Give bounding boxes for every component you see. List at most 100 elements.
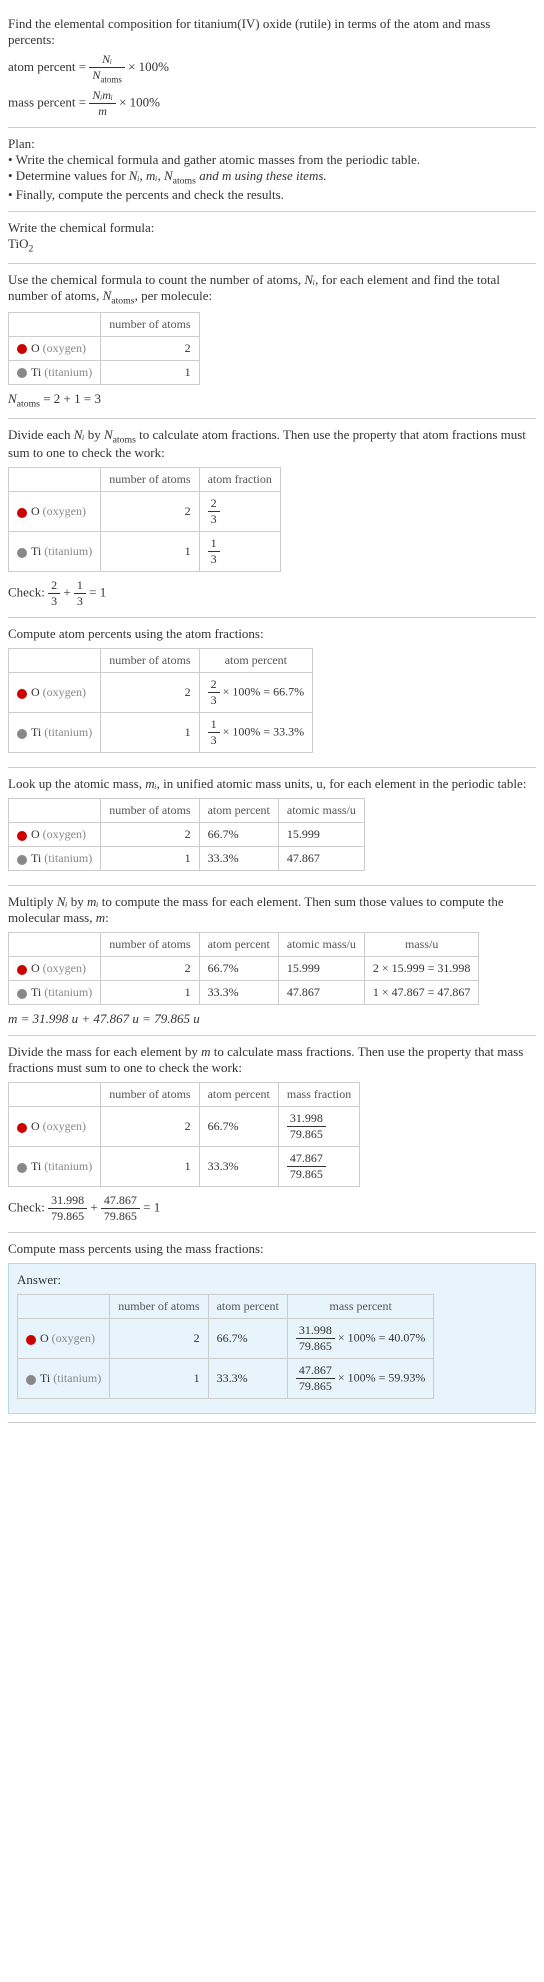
count-header-num: number of atoms xyxy=(101,313,199,337)
table-row: O (oxygen) 2 66.7% 31.99879.865 × 100% =… xyxy=(18,1319,434,1359)
ti-frac: 13 xyxy=(208,717,220,748)
o-n: 2 xyxy=(101,673,199,713)
m-h-num: number of atoms xyxy=(101,799,199,823)
atompct-table: number of atomsatom percent O (oxygen) 2… xyxy=(8,648,313,753)
ti-mu: 1 × 47.867 = 47.867 xyxy=(364,981,479,1005)
ti-frac-num: 1 xyxy=(208,536,220,552)
af-pre: Divide each xyxy=(8,427,74,442)
atom-percent-fraction: Nᵢ Natoms xyxy=(89,52,125,84)
oxygen-swatch-icon xyxy=(17,508,27,518)
intro-text: Find the elemental composition for titan… xyxy=(8,16,536,48)
plan-title: Plan: xyxy=(8,136,536,152)
count-section: Use the chemical formula to count the nu… xyxy=(8,264,536,419)
elem-name: (titanium) xyxy=(44,725,92,739)
mf-h-frac: mass fraction xyxy=(278,1083,359,1107)
ti-n: 1 xyxy=(101,981,199,1005)
elem-name: (titanium) xyxy=(44,544,92,558)
o-res: × 100% = 40.07% xyxy=(335,1331,426,1345)
elem-name: (oxygen) xyxy=(52,1331,95,1345)
mass-section: Look up the atomic mass, mᵢ, in unified … xyxy=(8,768,536,886)
check-plus: + xyxy=(63,585,74,600)
answer-label: Answer: xyxy=(17,1272,527,1288)
table-row: Ti (titanium) 1 xyxy=(9,361,200,385)
sum-eq: = 2 + 1 = 3 xyxy=(40,391,101,406)
ti-n: 1 xyxy=(110,1359,208,1399)
o-n: 2 xyxy=(101,823,199,847)
o-den: 79.865 xyxy=(287,1127,326,1142)
elem-symbol: Ti xyxy=(31,365,41,379)
ti-pct: 33.3% xyxy=(199,981,278,1005)
elem-name: (titanium) xyxy=(53,1371,101,1385)
check-frac1: 31.99879.865 xyxy=(48,1193,87,1224)
check-pre: Check: xyxy=(8,1200,48,1215)
table-row: O (oxygen) 2 66.7% 15.999 2 × 15.999 = 3… xyxy=(9,957,479,981)
molmass-section: Multiply Nᵢ by mᵢ to compute the mass fo… xyxy=(8,886,536,1036)
ti-frac: 47.86779.865 xyxy=(287,1151,326,1182)
o-num: 2 xyxy=(208,677,220,693)
massfrac-title: Divide the mass for each element by m to… xyxy=(8,1044,536,1076)
table-row: O (oxygen) 2 23 × 100% = 66.7% xyxy=(9,673,313,713)
elem-name: (oxygen) xyxy=(43,504,86,518)
massfrac-section: Divide the mass for each element by m to… xyxy=(8,1036,536,1233)
check-eq: = 1 xyxy=(89,585,106,600)
o-den: 79.865 xyxy=(296,1339,335,1354)
mm-mi: mᵢ xyxy=(87,894,98,909)
af-ni: Nᵢ xyxy=(74,427,85,442)
o-n: 2 xyxy=(101,957,199,981)
o-pct: × 100% = 66.7% xyxy=(220,685,305,699)
ti-pct: 33.3% xyxy=(208,1359,287,1399)
oxygen-swatch-icon xyxy=(17,1123,27,1133)
mm-mid: by xyxy=(68,894,88,909)
elem-symbol: O xyxy=(31,341,40,355)
ti-den: 79.865 xyxy=(296,1379,335,1394)
ti-pct: 33.3% xyxy=(199,847,278,871)
formula-value: TiO2 xyxy=(8,236,536,255)
frac-num: Nᵢ xyxy=(102,52,112,66)
mass-percent-label: mass percent = xyxy=(8,95,86,110)
titanium-swatch-icon xyxy=(17,989,27,999)
elem-symbol: Ti xyxy=(31,544,41,558)
oxygen-swatch-icon xyxy=(17,344,27,354)
mm-h-mu: mass/u xyxy=(364,933,479,957)
elem-name: (oxygen) xyxy=(43,1119,86,1133)
formula-text: TiO xyxy=(8,236,28,251)
count-pre: Use the chemical formula to count the nu… xyxy=(8,272,304,287)
m-h-pct: atom percent xyxy=(199,799,278,823)
o-frac: 31.99879.865 xyxy=(287,1111,326,1142)
times-100: × 100% xyxy=(119,95,160,110)
check-frac2: 13 xyxy=(74,578,86,609)
table-row: Ti (titanium) 1 33.3% 47.86779.865 × 100… xyxy=(18,1359,434,1399)
oxygen-swatch-icon xyxy=(26,1335,36,1345)
mm-h-mass: atomic mass/u xyxy=(278,933,364,957)
ti-m: 47.867 xyxy=(278,981,364,1005)
atompct-title: Compute atom percents using the atom fra… xyxy=(8,626,536,642)
atomfrac-title: Divide each Nᵢ by Natoms to calculate at… xyxy=(8,427,536,462)
molmass-sum: m = 31.998 u + 47.867 u = 79.865 u xyxy=(8,1011,536,1027)
count-post: , per molecule: xyxy=(135,288,213,303)
mass-title: Look up the atomic mass, mᵢ, in unified … xyxy=(8,776,536,792)
answer-box: Answer: number of atomsatom percentmass … xyxy=(8,1263,536,1414)
plan-b2-pre: • Determine values for xyxy=(8,168,129,183)
mp-h-pct: atom percent xyxy=(208,1295,287,1319)
elem-symbol: Ti xyxy=(31,851,41,865)
o-frac: 23 xyxy=(208,496,220,527)
mp-h-num: number of atoms xyxy=(110,1295,208,1319)
c1-den: 3 xyxy=(48,594,60,609)
ti-pct: 33.3% xyxy=(199,1147,278,1187)
o-pct: 66.7% xyxy=(208,1319,287,1359)
o-pct: 66.7% xyxy=(199,1107,278,1147)
o-num: 31.998 xyxy=(296,1323,335,1339)
count-table: number of atoms O (oxygen) 2 Ti (titaniu… xyxy=(8,312,200,385)
elem-symbol: O xyxy=(40,1331,49,1345)
o-num: 31.998 xyxy=(287,1111,326,1127)
plan-bullet-2: • Determine values for Nᵢ, mᵢ, Natoms an… xyxy=(8,168,536,187)
ap-h-num: number of atoms xyxy=(101,649,199,673)
frac-num: Nᵢmᵢ xyxy=(92,88,112,102)
elem-name: (titanium) xyxy=(44,851,92,865)
molmass-table: number of atomsatom percentatomic mass/u… xyxy=(8,932,479,1005)
table-row: O (oxygen) 2 23 xyxy=(9,492,281,532)
elem-name: (titanium) xyxy=(44,985,92,999)
oxygen-swatch-icon xyxy=(17,831,27,841)
o-count: 2 xyxy=(101,337,199,361)
mm-m: m xyxy=(96,910,105,925)
